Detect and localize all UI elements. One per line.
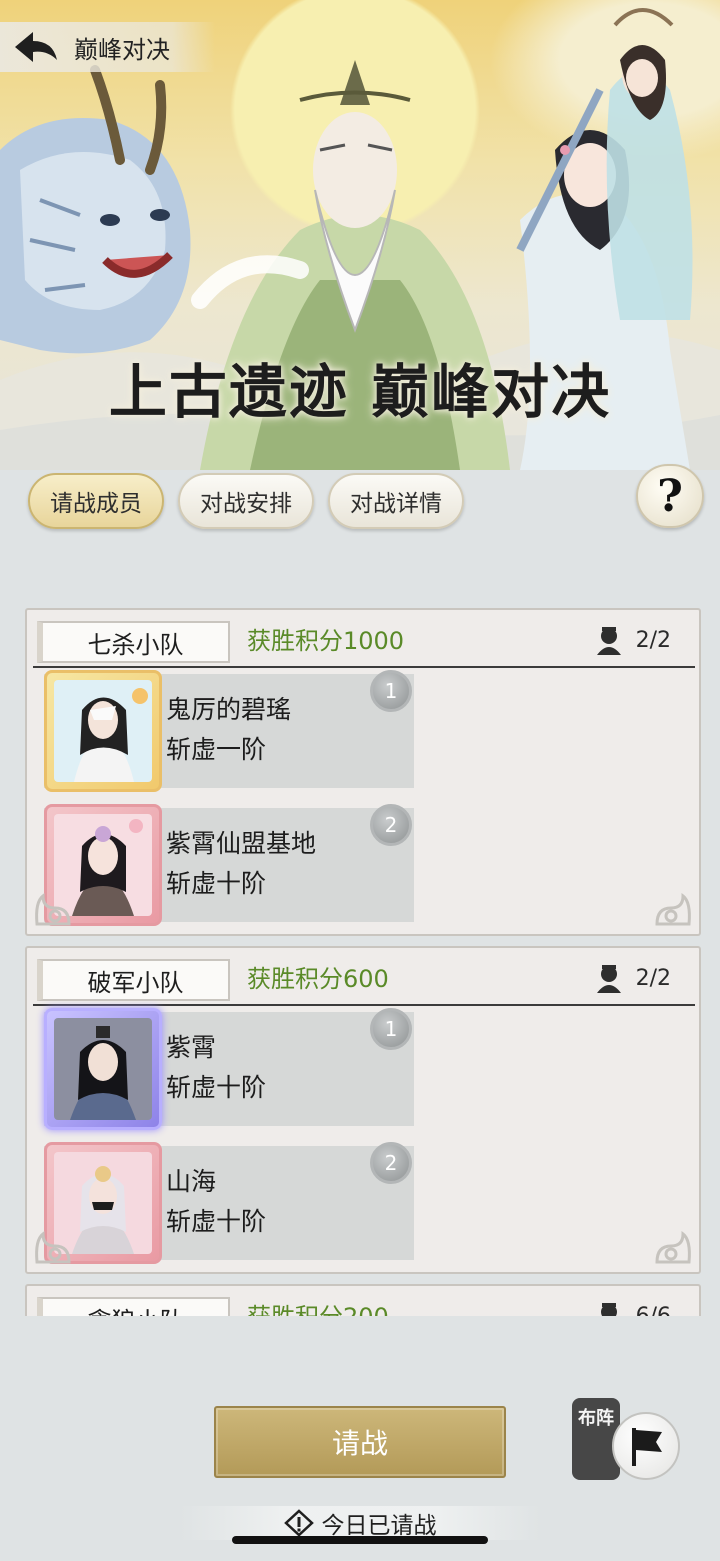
member-name: 紫霄 xyxy=(166,1033,217,1062)
challenge-button[interactable]: 请战 xyxy=(214,1406,506,1478)
question-mark-icon: ? xyxy=(657,470,683,522)
team-name: 贪狼小队 xyxy=(37,1297,230,1316)
team-count: 2/2 xyxy=(594,623,671,659)
cloud-corner-ornament xyxy=(655,892,691,926)
person-icon xyxy=(596,627,621,655)
team-count-value: 2/2 xyxy=(635,966,671,991)
member-name: 紫霄仙盟基地 xyxy=(166,829,317,858)
team-header: 破军小队 获胜积分600 2/2 xyxy=(27,948,699,1006)
top-bar: 巅峰对决 xyxy=(0,22,215,72)
team-list[interactable]: 七杀小队 获胜积分1000 2/2 鬼厉的碧瑤 斩虚一阶 1 紫霄仙盟基地 斩虚… xyxy=(25,608,701,1316)
banner-title: 上古遗迹 巅峰对决 xyxy=(108,358,612,426)
slot-number-badge: 2 xyxy=(370,804,412,846)
back-button[interactable] xyxy=(10,27,62,67)
tiger-figure xyxy=(0,65,191,354)
status-row: 今日已请战 xyxy=(180,1506,540,1540)
team-count: 6/6 xyxy=(594,1299,671,1316)
avatar-portrait xyxy=(54,680,152,782)
team-score: 获胜积分600 xyxy=(247,965,389,993)
team-header: 七杀小队 获胜积分1000 2/2 xyxy=(27,610,699,668)
team-name: 七杀小队 xyxy=(37,621,230,663)
avatar xyxy=(44,1008,162,1130)
page-title: 巅峰对决 xyxy=(74,35,170,64)
cloud-corner-ornament xyxy=(35,1230,71,1264)
team-count-value: 6/6 xyxy=(636,1299,671,1316)
member-slot[interactable]: 山海 斩虚十阶 2 xyxy=(44,1142,414,1264)
member-name: 山海 xyxy=(166,1167,217,1196)
divider xyxy=(33,1004,695,1006)
member-name: 鬼厉的碧瑤 xyxy=(166,695,292,724)
formation-label: 布阵 xyxy=(578,1408,614,1429)
team-header: 贪狼小队 获胜积分200 6/6 xyxy=(27,1286,699,1316)
avatar xyxy=(44,670,162,792)
team-card: 贪狼小队 获胜积分200 6/6 xyxy=(25,1284,701,1316)
slot-number-badge: 1 xyxy=(370,1008,412,1050)
tab-schedule[interactable]: 对战安排 xyxy=(178,473,314,529)
tab-details[interactable]: 对战详情 xyxy=(328,473,464,529)
team-name: 破军小队 xyxy=(37,959,230,1001)
cloud-corner-ornament xyxy=(655,1230,691,1264)
team-score: 获胜积分200 xyxy=(247,1299,389,1316)
member-rank: 斩虚十阶 xyxy=(166,1073,267,1102)
team-count-value: 2/2 xyxy=(635,628,671,653)
home-indicator[interactable] xyxy=(232,1536,488,1544)
warning-icon xyxy=(283,1509,314,1537)
member-rank: 斩虚一阶 xyxy=(166,735,267,764)
member-rank: 斩虚十阶 xyxy=(166,1207,267,1236)
member-rank: 斩虚十阶 xyxy=(166,869,267,898)
slot-number-badge: 1 xyxy=(370,670,412,712)
member-slot[interactable]: 紫霄 斩虚十阶 1 xyxy=(44,1008,414,1130)
formation-circle xyxy=(612,1412,680,1480)
team-card: 七杀小队 获胜积分1000 2/2 鬼厉的碧瑤 斩虚一阶 1 紫霄仙盟基地 斩虚… xyxy=(25,608,701,936)
back-arrow-icon xyxy=(15,32,57,62)
slot-number-badge: 2 xyxy=(370,1142,412,1184)
member-slot[interactable]: 紫霄仙盟基地 斩虚十阶 2 xyxy=(44,804,414,926)
divider xyxy=(33,666,695,668)
help-button[interactable]: ? xyxy=(636,464,704,528)
avatar-portrait xyxy=(54,1018,152,1120)
status-text: 今日已请战 xyxy=(321,1513,437,1539)
goddess-figure xyxy=(606,8,693,320)
team-score: 获胜积分1000 xyxy=(247,627,405,655)
team-count: 2/2 xyxy=(594,961,671,997)
flag-icon xyxy=(632,1428,662,1466)
person-icon xyxy=(600,1303,617,1316)
formation-button[interactable]: 布阵 xyxy=(572,1398,682,1498)
member-slot[interactable]: 鬼厉的碧瑤 斩虚一阶 1 xyxy=(44,670,414,792)
team-card: 破军小队 获胜积分600 2/2 紫霄 斩虚十阶 1 山海 斩虚十阶 2 xyxy=(25,946,701,1274)
tab-bar: 请战成员 对战安排 对战详情 xyxy=(28,473,464,529)
cloud-corner-ornament xyxy=(35,892,71,926)
person-icon xyxy=(596,965,621,993)
tab-members[interactable]: 请战成员 xyxy=(28,473,164,529)
